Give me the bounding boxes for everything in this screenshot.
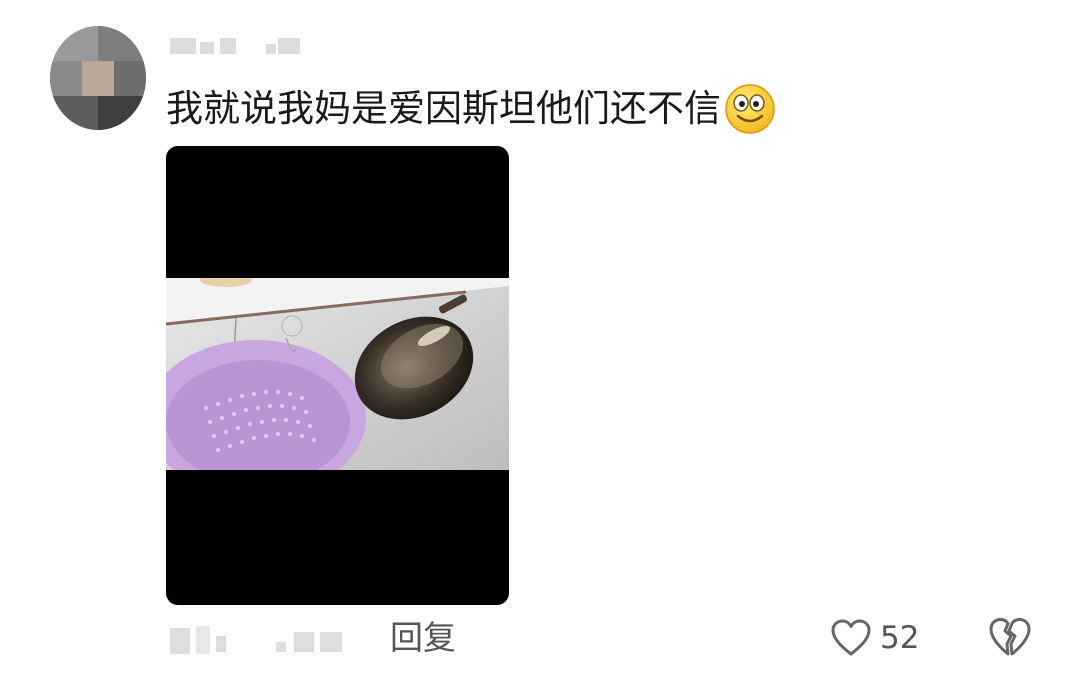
username-blurred[interactable] [170, 38, 310, 56]
like-count: 52 [880, 620, 920, 656]
comment-meta-blurred [170, 622, 350, 658]
smiley-emoji-icon [725, 84, 775, 134]
reply-button[interactable]: 回复 [390, 616, 456, 660]
like-button[interactable]: 52 [830, 616, 919, 660]
photo-colander-and-pot [166, 278, 509, 470]
comment-body: 我就说我妈是爱因斯坦他们还不信 [166, 87, 721, 130]
broken-heart-icon[interactable] [988, 616, 1032, 658]
heart-outline-icon [831, 619, 871, 656]
avatar[interactable] [50, 26, 146, 130]
media-thumbnail[interactable] [166, 146, 509, 605]
comment-text: 我就说我妈是爱因斯坦他们还不信 [166, 82, 777, 136]
